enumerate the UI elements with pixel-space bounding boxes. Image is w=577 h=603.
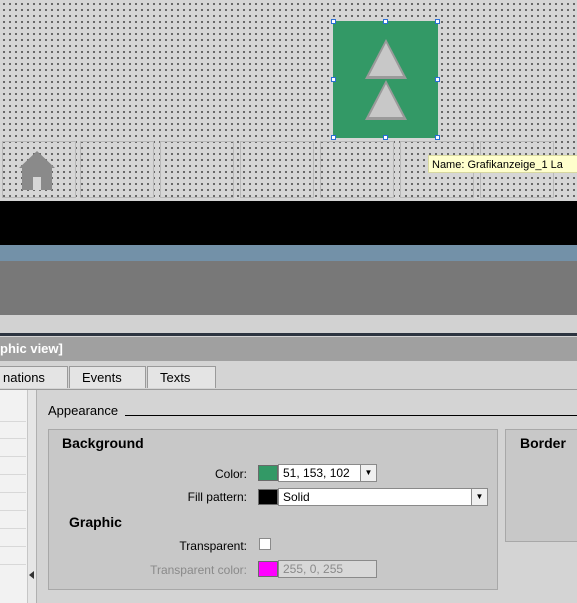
section-heading: Appearance (48, 403, 119, 418)
arrow-up-icon (365, 39, 407, 79)
tab-animations[interactable]: nations (0, 366, 68, 388)
color-select[interactable]: 51, 153, 102 ▼ (278, 464, 377, 482)
nav-divider (0, 546, 26, 547)
arrow-up-icon (365, 80, 407, 120)
nav-divider (0, 492, 26, 493)
background-title: Background (62, 435, 144, 451)
color-label: Color: (214, 467, 247, 481)
splitter-line[interactable] (0, 333, 577, 336)
object-tooltip: Name: Grafikanzeige_1 La (428, 155, 577, 173)
home-icon[interactable] (17, 150, 57, 192)
inspector-tabs: nations Events Texts (0, 362, 577, 390)
resize-handle-w[interactable] (331, 77, 336, 82)
nav-divider (0, 456, 26, 457)
transparent-color-field: 255, 0, 255 (278, 560, 377, 578)
section-rule (125, 415, 577, 416)
chevron-left-icon[interactable] (28, 570, 36, 580)
resize-handle-e[interactable] (435, 77, 440, 82)
resize-handle-n[interactable] (383, 19, 388, 24)
color-swatch[interactable] (258, 465, 278, 481)
screen-button-2[interactable] (80, 141, 154, 198)
nav-scrollbar[interactable] (27, 390, 36, 603)
splitter-area[interactable] (0, 315, 577, 334)
fill-pattern-value: Solid (283, 490, 310, 504)
transparent-color-value: 255, 0, 255 (283, 562, 344, 576)
nav-divider (0, 564, 26, 565)
nav-divider (0, 510, 26, 511)
transparent-checkbox[interactable] (259, 538, 271, 550)
nav-divider (0, 474, 26, 475)
chevron-down-icon[interactable]: ▼ (471, 489, 487, 505)
fill-pattern-label: Fill pattern: (187, 490, 247, 504)
chevron-down-icon[interactable]: ▼ (360, 465, 376, 481)
resize-handle-s[interactable] (383, 135, 388, 140)
background-group: Background Color: 51, 153, 102 ▼ Fill pa… (48, 429, 498, 590)
screen-black-bar (0, 201, 577, 245)
resize-handle-ne[interactable] (435, 19, 440, 24)
resize-handle-sw[interactable] (331, 135, 336, 140)
resize-handle-se[interactable] (435, 135, 440, 140)
property-nav (0, 390, 37, 603)
color-value: 51, 153, 102 (283, 466, 350, 480)
transparent-color-label: Transparent color: (150, 563, 247, 577)
screen-button-4[interactable] (240, 141, 314, 198)
nav-divider (0, 528, 26, 529)
graphic-view-widget[interactable] (331, 19, 440, 140)
screen-blue-bar (0, 245, 577, 261)
transparent-label: Transparent: (179, 539, 247, 553)
nav-divider (0, 438, 26, 439)
tab-events[interactable]: Events (69, 366, 146, 388)
screen-gray-area (0, 261, 577, 315)
tab-texts[interactable]: Texts (147, 366, 216, 388)
nav-divider (0, 421, 26, 422)
fill-pattern-swatch[interactable] (258, 489, 278, 505)
fill-pattern-select[interactable]: Solid ▼ (278, 488, 488, 506)
border-group: Border (505, 429, 577, 542)
resize-handle-nw[interactable] (331, 19, 336, 24)
transparent-color-swatch (258, 561, 278, 577)
graphic-title: Graphic (69, 514, 122, 530)
screen-button-5[interactable] (320, 141, 394, 198)
inspector-title: phic view] (0, 337, 577, 361)
border-title: Border (520, 435, 566, 451)
screen-button-3[interactable] (160, 141, 234, 198)
properties-content: Appearance Background Color: 51, 153, 10… (37, 390, 577, 603)
